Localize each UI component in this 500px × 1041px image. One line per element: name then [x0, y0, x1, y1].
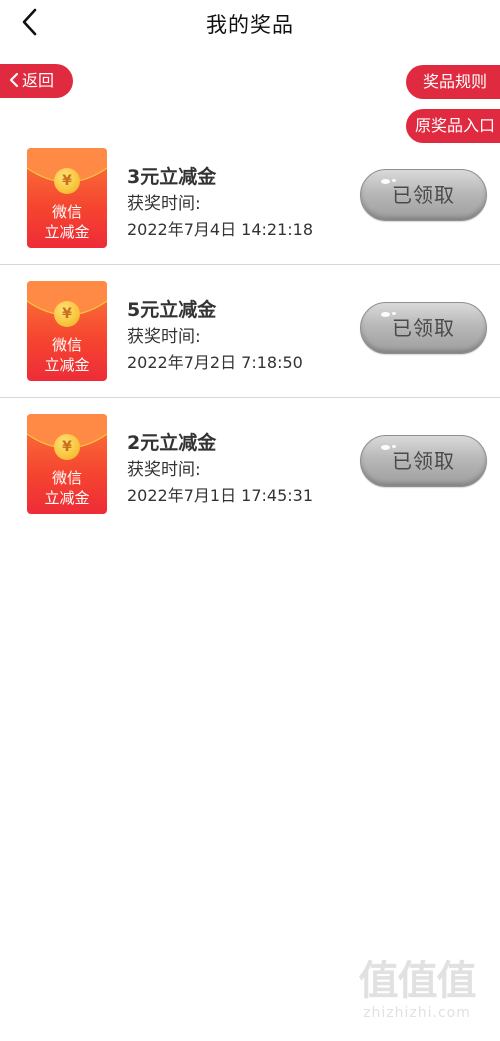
envelope-caption-line2: 立减金 — [44, 356, 90, 374]
wechat-discount-envelope-icon: ¥ 微信 立减金 — [27, 414, 107, 514]
envelope-caption-line1: 微信 — [51, 469, 82, 487]
prize-name: 3元立减金 — [127, 166, 217, 188]
prize-time-label: 获奖时间: — [127, 327, 201, 347]
envelope-caption: 微信 立减金 — [27, 335, 107, 375]
claimed-button-label: 已领取 — [392, 449, 455, 473]
page-title: 我的奖品 — [206, 13, 294, 37]
button-shine — [381, 312, 390, 317]
prize-time: 2022年7月1日 17:45:31 — [127, 486, 314, 505]
button-shine — [392, 445, 396, 448]
claimed-button[interactable]: 已领取 — [360, 302, 487, 354]
prize-row: ¥ 微信 立减金 5元立减金 获奖时间: 2022年7月2日 7:18:50 已… — [0, 265, 500, 398]
envelope-caption: 微信 立减金 — [27, 468, 107, 508]
button-shine — [381, 445, 390, 450]
prize-row: ¥ 微信 立减金 3元立减金 获奖时间: 2022年7月4日 14:21:18 … — [0, 132, 500, 265]
claimed-button[interactable]: 已领取 — [360, 435, 487, 487]
prize-time: 2022年7月4日 14:21:18 — [127, 220, 314, 239]
claimed-button[interactable]: 已领取 — [360, 169, 487, 221]
envelope-caption-line1: 微信 — [51, 336, 82, 354]
watermark-url: zhizhizhi.com — [363, 1005, 471, 1021]
claimed-button-label: 已领取 — [392, 183, 455, 207]
site-watermark: 值值值 zhizhizhi.com — [342, 959, 492, 1033]
envelope-caption: 微信 立减金 — [27, 202, 107, 242]
prize-time: 2022年7月2日 7:18:50 — [127, 353, 303, 372]
button-shine — [392, 312, 396, 315]
envelope-caption-line2: 立减金 — [44, 223, 90, 241]
prize-row: ¥ 微信 立减金 2元立减金 获奖时间: 2022年7月1日 17:45:31 … — [0, 398, 500, 531]
wechat-discount-envelope-icon: ¥ 微信 立减金 — [27, 281, 107, 381]
return-button-label: 返回 — [22, 71, 55, 90]
claimed-button-label: 已领取 — [392, 316, 455, 340]
wechat-discount-envelope-icon: ¥ 微信 立减金 — [27, 148, 107, 248]
yuan-coin-icon: ¥ — [54, 434, 80, 460]
prize-time-label: 获奖时间: — [127, 194, 201, 214]
top-navigation-bar: 我的奖品 — [0, 0, 500, 46]
button-shine — [381, 179, 390, 184]
envelope-caption-line1: 微信 — [51, 203, 82, 221]
envelope-caption-line2: 立减金 — [44, 489, 90, 507]
watermark-logo: 值值值 — [358, 958, 477, 1004]
prize-time-label: 获奖时间: — [127, 460, 201, 480]
prize-rules-button[interactable]: 奖品规则 — [406, 65, 500, 99]
return-button[interactable]: 返回 — [0, 64, 73, 98]
prize-name: 5元立减金 — [127, 299, 217, 321]
button-shine — [392, 179, 396, 182]
prize-list: ¥ 微信 立减金 3元立减金 获奖时间: 2022年7月4日 14:21:18 … — [0, 132, 500, 531]
yuan-coin-icon: ¥ — [54, 301, 80, 327]
chevron-left-icon — [9, 72, 19, 88]
prize-name: 2元立减金 — [127, 432, 217, 454]
yuan-coin-icon: ¥ — [54, 168, 80, 194]
